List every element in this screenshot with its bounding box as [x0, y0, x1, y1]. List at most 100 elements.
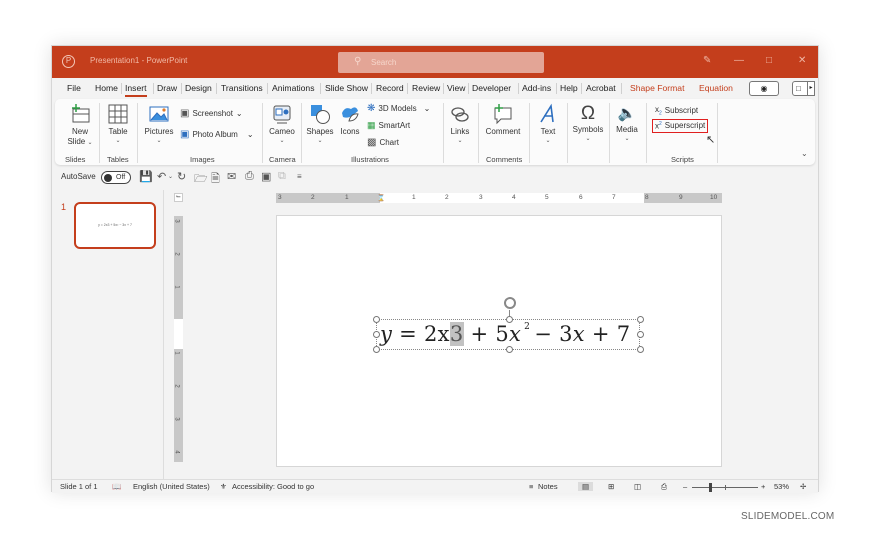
copy-icon[interactable]: ⧉	[278, 170, 286, 183]
open-folder-icon[interactable]: 🗁	[194, 170, 208, 189]
slide-number: 1	[61, 202, 67, 212]
tab-review[interactable]: Review	[412, 83, 440, 93]
tab-selector-icon[interactable]: ⌙	[174, 193, 183, 202]
zoom-level[interactable]: 53%	[774, 482, 789, 491]
maximize-button[interactable]: □	[766, 55, 772, 66]
resize-handle[interactable]	[637, 346, 644, 353]
tab-insert[interactable]: Insert	[125, 83, 147, 97]
print-icon[interactable]: ⎙	[245, 170, 254, 183]
tab-shape-format[interactable]: Shape Format	[630, 83, 684, 93]
chevron-down-icon: ⌄	[585, 136, 591, 142]
undo-icon[interactable]: ↶	[157, 170, 166, 183]
tab-home[interactable]: Home	[95, 83, 118, 93]
resize-handle[interactable]	[373, 346, 380, 353]
resize-handle[interactable]	[373, 316, 380, 323]
email-icon[interactable]: ✉	[227, 170, 236, 183]
minimize-button[interactable]: —	[734, 55, 744, 66]
table-button[interactable]: Table ⌄	[103, 103, 133, 145]
autosave-toggle[interactable]: Off	[101, 171, 131, 184]
customize-qat-icon[interactable]: ≡	[297, 172, 302, 181]
tab-developer[interactable]: Developer	[472, 83, 511, 93]
window-title: Presentation1 - PowerPoint	[90, 56, 188, 65]
photo-album-icon: ▣	[180, 129, 190, 140]
slide-canvas[interactable]: y = 2x3 + 5x 2− 3x + 7	[276, 215, 722, 467]
resize-handle[interactable]	[637, 316, 644, 323]
resize-handle[interactable]	[373, 331, 380, 338]
reading-view-icon[interactable]: ◫	[634, 482, 641, 491]
group-label-images: Images	[190, 155, 215, 164]
resize-handle[interactable]	[506, 346, 513, 353]
undo-dropdown-icon[interactable]: ⌄	[168, 173, 173, 180]
screenshot-button[interactable]: ▣ Screenshot ⌄	[180, 108, 243, 119]
icons-button[interactable]: Icons	[337, 103, 363, 137]
equation-text[interactable]: y = 2x3 + 5x 2− 3x + 7	[380, 322, 630, 346]
symbols-button[interactable]: Ω Symbols ⌄	[571, 103, 605, 143]
zoom-out-button[interactable]: –	[683, 482, 687, 491]
resize-handle[interactable]	[637, 331, 644, 338]
pen-icon[interactable]: ✎	[703, 55, 711, 66]
photo-album-button[interactable]: ▣ Photo Album ⌄	[180, 129, 254, 140]
cameo-button[interactable]: Cameo ⌄	[267, 103, 297, 145]
cameo-icon	[273, 105, 291, 124]
rotate-handle-icon[interactable]	[504, 297, 516, 309]
group-label-camera: Camera	[269, 155, 296, 164]
tab-view[interactable]: View	[447, 83, 465, 93]
tab-acrobat[interactable]: Acrobat	[586, 83, 616, 93]
zoom-slider-thumb[interactable]	[709, 483, 712, 492]
fit-slide-icon[interactable]: ✢	[800, 482, 806, 491]
pictures-button[interactable]: Pictures ⌄	[142, 103, 176, 145]
group-label-illustrations: Illustrations	[351, 155, 389, 164]
omega-icon: Ω	[580, 103, 596, 124]
close-button[interactable]: ✕	[798, 55, 806, 66]
smartart-button[interactable]: ▦ SmartArt	[367, 120, 410, 131]
new-slide-button[interactable]: New Slide ⌄	[63, 103, 97, 147]
text-icon	[540, 103, 554, 123]
accessibility-status[interactable]: Accessibility: Good to go	[232, 482, 314, 491]
slideshow-icon[interactable]: ⎙	[661, 482, 667, 492]
tab-add-ins[interactable]: Add-ins	[522, 83, 551, 93]
search-box[interactable]: ⚲ Search	[338, 52, 544, 73]
tab-transitions[interactable]: Transitions	[221, 83, 263, 93]
tab-file[interactable]: File	[67, 83, 81, 93]
tab-draw[interactable]: Draw	[157, 83, 177, 93]
shapes-button[interactable]: Shapes ⌄	[305, 103, 335, 145]
new-file-icon[interactable]: 🗎	[211, 170, 220, 189]
comment-button[interactable]: Comment	[483, 103, 523, 137]
indent-marker[interactable]: ⌛	[377, 194, 385, 202]
3d-models-button[interactable]: ❋ 3D Models ⌄	[367, 103, 430, 114]
tab-help[interactable]: Help	[560, 83, 578, 93]
tab-equation[interactable]: Equation	[699, 83, 733, 93]
tab-design[interactable]: Design	[185, 83, 212, 93]
save-icon[interactable]: 💾	[139, 170, 153, 183]
subscript-button[interactable]: x2 Subscript	[655, 105, 698, 117]
tab-record[interactable]: Record	[376, 83, 404, 93]
chart-button[interactable]: ▩ Chart	[367, 137, 399, 148]
redo-icon[interactable]: ↻	[177, 170, 186, 183]
zoom-slider[interactable]	[692, 483, 758, 492]
new-comment-icon	[494, 104, 512, 125]
language-status[interactable]: English (United States)	[133, 482, 210, 491]
chart-icon: ▩	[367, 137, 377, 148]
collapse-ribbon-button[interactable]: ⌄	[801, 149, 808, 158]
pictures-icon	[149, 106, 169, 122]
text-button[interactable]: Text ⌄	[535, 103, 561, 145]
normal-view-icon[interactable]: ▤	[578, 482, 594, 491]
chevron-down-icon: ⌄	[279, 138, 285, 144]
slide-thumbnail[interactable]: y = 2x3 + 5x² − 3x + 7	[74, 202, 156, 249]
notes-button[interactable]: Notes	[538, 482, 558, 491]
links-button[interactable]: Links ⌄	[447, 103, 473, 145]
slide-sorter-icon[interactable]: ⊞	[608, 482, 614, 491]
equation-textbox[interactable]: y = 2x3 + 5x 2− 3x + 7	[373, 297, 644, 353]
tab-slide-show[interactable]: Slide Show	[325, 83, 368, 93]
media-button[interactable]: 🔈 Media ⌄	[613, 103, 641, 143]
zoom-in-button[interactable]: +	[761, 482, 765, 491]
tab-animations[interactable]: Animations	[272, 83, 315, 93]
record-button[interactable]: ◉	[749, 81, 779, 96]
comments-button[interactable]: □ ▸	[792, 81, 815, 96]
spelling-icon[interactable]: 📖	[112, 482, 121, 491]
present-icon[interactable]: ▣	[261, 170, 271, 183]
superscript-button[interactable]: x2 Superscript	[651, 119, 709, 133]
powerpoint-logo-icon: P	[62, 55, 75, 68]
status-bar: Slide 1 of 1 📖 English (United States) ⚜…	[52, 479, 818, 493]
exponent: 2	[524, 322, 531, 332]
